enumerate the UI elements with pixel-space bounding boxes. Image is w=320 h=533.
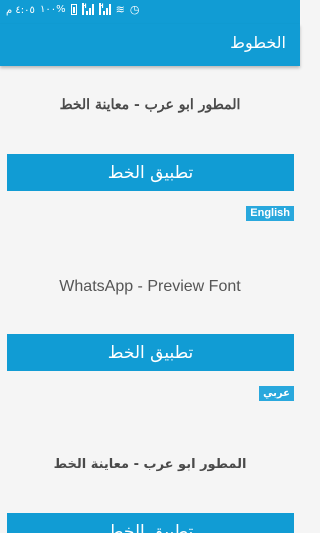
font-list[interactable]: المطور ابو عرب - معاينة الخط تطبيق الخط … (0, 66, 300, 533)
battery-percent: %١٠٠ (40, 4, 66, 15)
status-time: ٤:٠٥ م (6, 5, 35, 16)
font-preview-2: WhatsApp - Preview Font (59, 278, 241, 295)
apply-font-button-3[interactable]: تطبيق الخط (7, 513, 294, 533)
language-badge-english: English (246, 206, 294, 221)
alarm-icon: ◷ (129, 3, 140, 16)
battery-icon (70, 4, 77, 15)
wifi-icon: ≋ (115, 3, 125, 16)
font-preview-1: المطور ابو عرب - معاينة الخط (59, 97, 241, 113)
language-badge-arabic: عربي (259, 386, 294, 401)
signal-icon-2: H (98, 3, 111, 15)
status-icons: %١٠٠ H H ≋ ◷ (40, 3, 140, 16)
page-title: الخطوط (230, 33, 286, 52)
network-type-label-2: H (98, 3, 104, 15)
font-preview-3: المطور ابو عرب - معاينة الخط (53, 457, 247, 472)
signal-icon: H (81, 3, 94, 15)
app-bar: الخطوط (0, 24, 300, 66)
network-type-label: H (81, 3, 87, 15)
apply-font-button-1[interactable]: تطبيق الخط (7, 154, 294, 191)
status-bar: ٤:٠٥ م %١٠٠ H H ≋ ◷ (0, 0, 300, 24)
apply-font-button-2[interactable]: تطبيق الخط (7, 334, 294, 371)
